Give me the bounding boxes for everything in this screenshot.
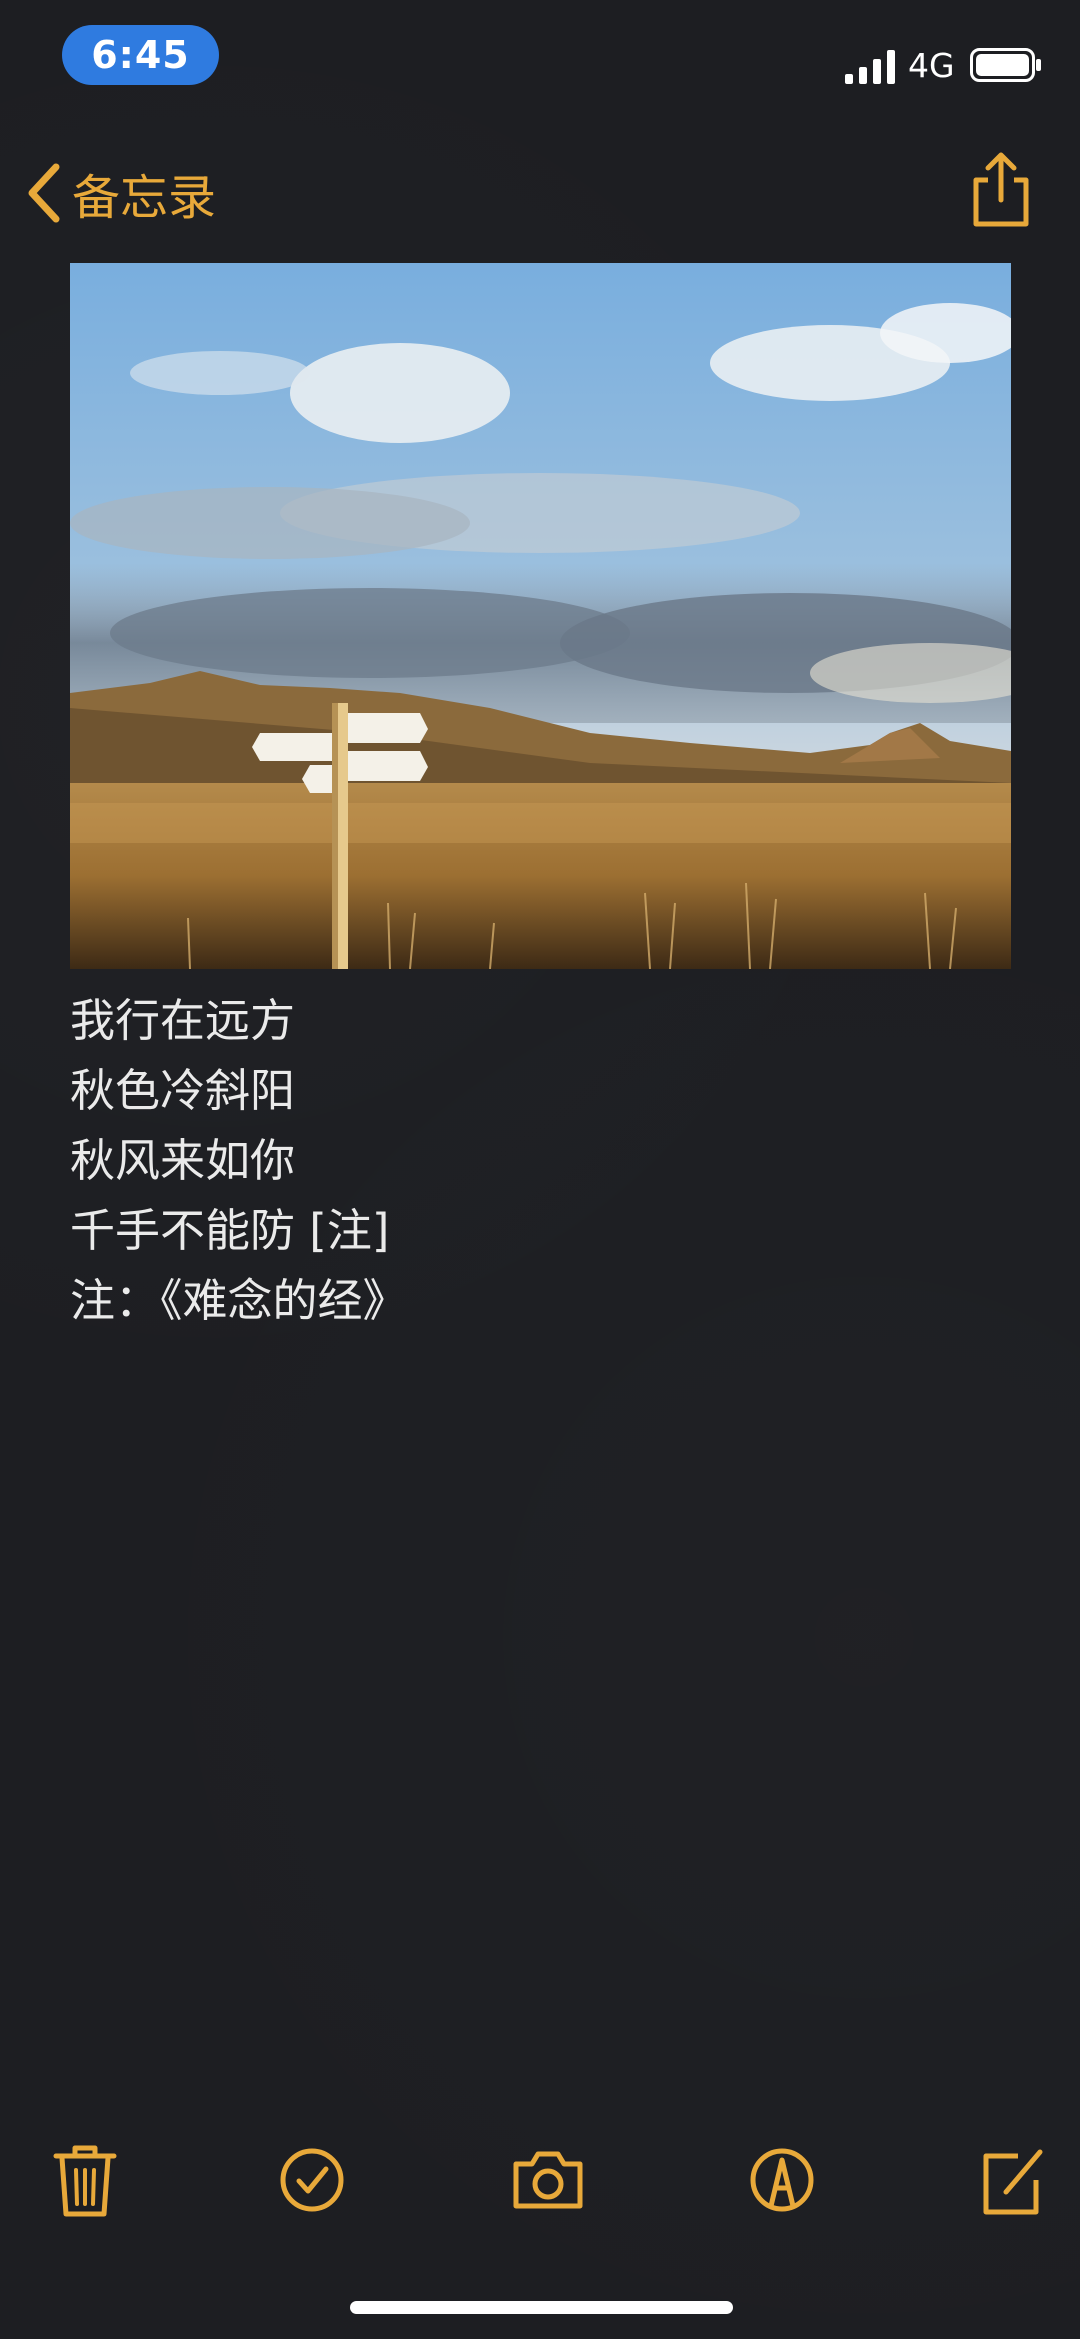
share-icon[interactable] — [968, 150, 1034, 230]
compose-icon[interactable] — [978, 2140, 1048, 2220]
note-line: 秋风来如你 — [70, 1134, 296, 1187]
notes-screen: 6:45 4G 备忘录 我行在远方 秋色冷斜阳 秋风来如你 千手不能防 [注] … — [0, 0, 1080, 2339]
checklist-icon[interactable] — [277, 2140, 347, 2220]
home-indicator[interactable] — [350, 2301, 733, 2314]
network-type: 4G — [908, 46, 955, 85]
landscape-image — [70, 263, 1011, 969]
markup-icon[interactable] — [747, 2140, 817, 2220]
note-line: 千手不能防 [注] — [70, 1204, 390, 1257]
trash-icon[interactable] — [50, 2140, 120, 2220]
back-button[interactable]: 备忘录 — [24, 158, 216, 228]
note-body[interactable]: 我行在远方 秋色冷斜阳 秋风来如你 千手不能防 [注] 注：《难念的经》 — [70, 986, 408, 1336]
camera-icon[interactable] — [510, 2140, 586, 2220]
cellular-signal-icon — [845, 50, 895, 84]
chevron-left-icon — [28, 163, 60, 223]
status-time: 6:45 — [62, 25, 219, 85]
battery-icon — [970, 48, 1041, 82]
landscape-photo[interactable] — [70, 263, 1011, 969]
note-line: 我行在远方 — [70, 994, 296, 1047]
note-line: 秋色冷斜阳 — [70, 1064, 296, 1117]
back-label: 备忘录 — [72, 170, 217, 226]
note-line: 注：《难念的经》 — [70, 1274, 408, 1327]
